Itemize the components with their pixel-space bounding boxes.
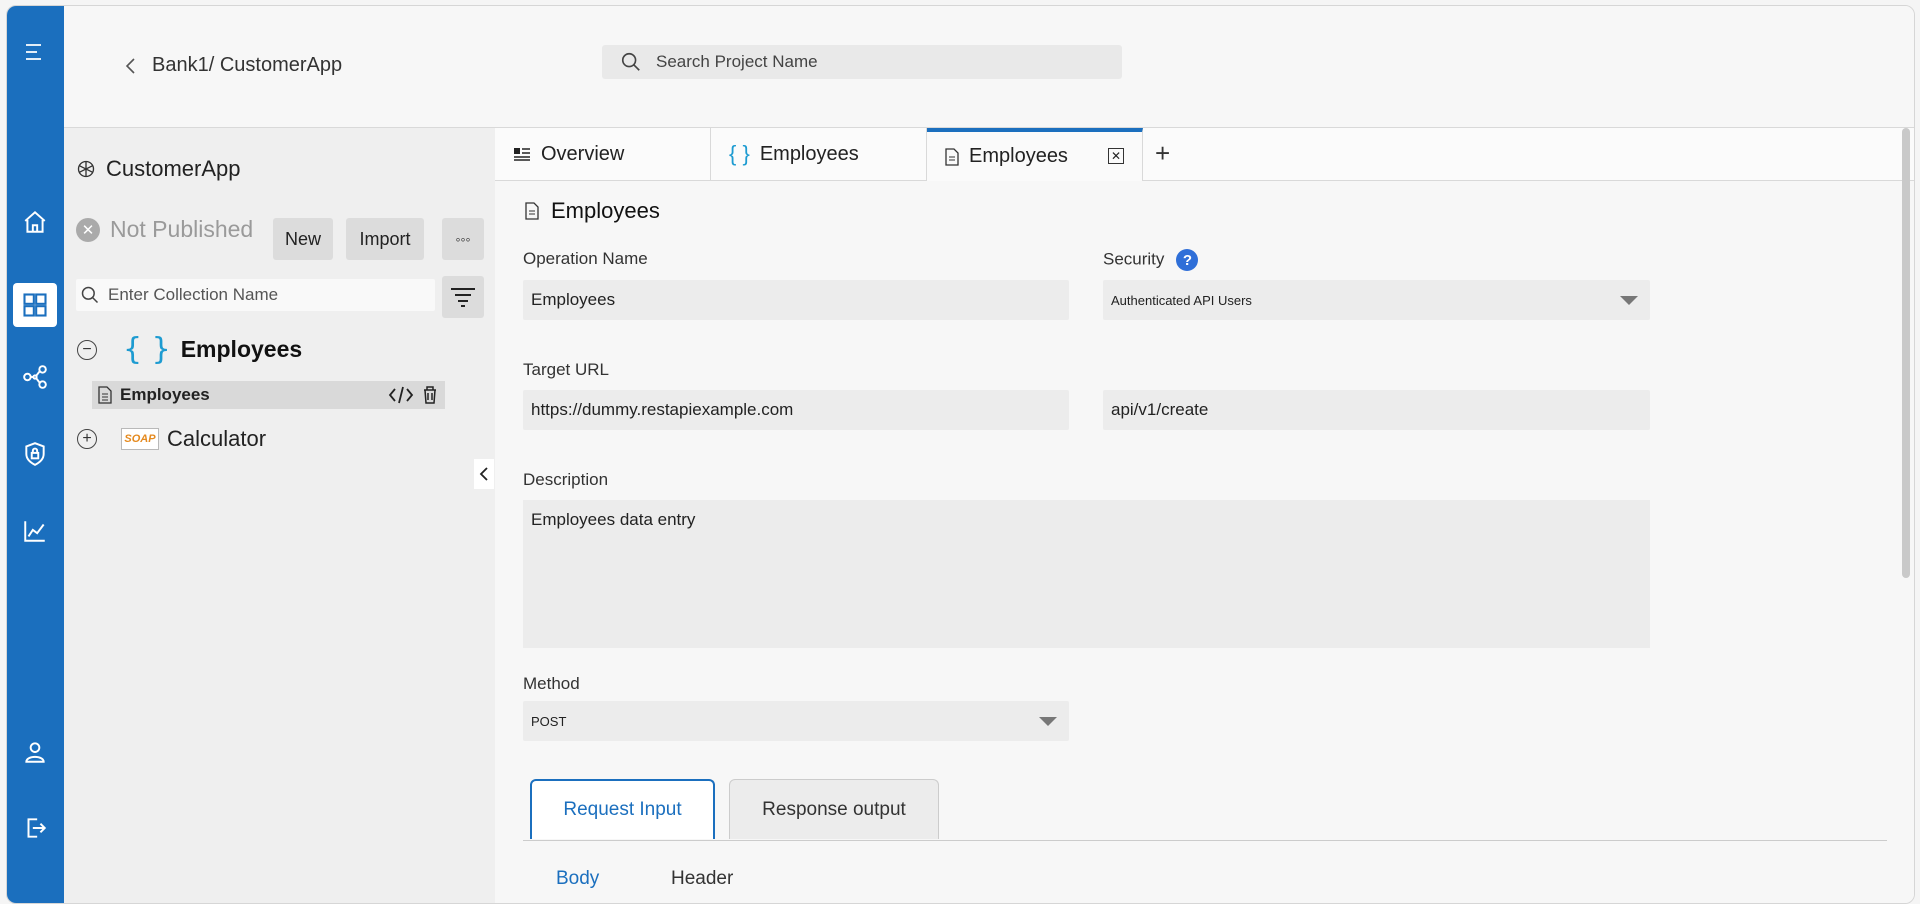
security-value[interactable]: Authenticated API Users — [1111, 293, 1252, 308]
security-select[interactable]: Authenticated API Users — [1103, 280, 1650, 320]
tab-response-output[interactable]: Response output — [729, 779, 939, 839]
target-url-label: Target URL — [523, 360, 609, 379]
logout-icon[interactable] — [13, 806, 57, 850]
operation-name-value[interactable]: Employees — [531, 290, 615, 310]
project-title: CustomerApp — [76, 156, 241, 182]
home-icon[interactable] — [13, 200, 57, 244]
tab-label[interactable]: Employees — [760, 143, 859, 166]
security-shield-icon[interactable] — [13, 432, 57, 476]
soap-badge-icon: SOAP — [121, 428, 159, 450]
tab-employees-operation[interactable]: Employees ✕ — [927, 128, 1143, 181]
search-icon — [621, 52, 640, 71]
trash-icon[interactable] — [422, 385, 438, 405]
collection-search[interactable] — [76, 279, 435, 311]
publish-status: ✕ Not Published — [76, 216, 253, 243]
tree-item-employees[interactable]: − { } Employees — [77, 332, 302, 367]
method-select[interactable]: POST — [523, 701, 1069, 741]
chevron-left-icon — [479, 467, 488, 481]
target-url-field[interactable]: https://dummy.restapiexample.com — [523, 390, 1069, 430]
collection-search-input[interactable] — [106, 284, 430, 306]
top-header: Bank1/ CustomerApp — [64, 6, 1914, 128]
tree-subitem-label[interactable]: Employees — [120, 385, 210, 405]
overview-icon — [513, 146, 531, 162]
dropdown-arrow-icon[interactable] — [1620, 296, 1638, 305]
app-window: Bank1/ CustomerApp CustomerApp ✕ Not Pub… — [6, 5, 1915, 904]
target-url-value[interactable]: https://dummy.restapiexample.com — [531, 400, 793, 420]
analytics-chart-icon[interactable] — [13, 509, 57, 553]
tree-item-label[interactable]: Calculator — [167, 426, 266, 452]
tree-item-calculator[interactable]: + SOAP Calculator — [77, 426, 266, 452]
search-icon — [81, 286, 99, 304]
project-logo-icon — [77, 160, 95, 178]
rest-braces-icon: { } — [729, 141, 750, 166]
tab-label[interactable]: Overview — [541, 143, 624, 166]
filter-button[interactable] — [442, 276, 484, 318]
dropdown-arrow-icon[interactable] — [1039, 717, 1057, 726]
expand-icon[interactable]: + — [77, 429, 97, 449]
back-chevron-icon[interactable] — [124, 56, 138, 76]
operation-name-label: Operation Name — [523, 249, 648, 268]
filter-icon — [451, 288, 475, 307]
share-network-icon[interactable] — [13, 355, 57, 399]
collections-icon[interactable] — [13, 283, 57, 327]
subtab-body[interactable]: Body — [556, 868, 599, 890]
document-icon — [525, 202, 539, 220]
help-icon[interactable]: ? — [1176, 249, 1199, 271]
project-name: CustomerApp — [106, 156, 241, 181]
subtab-header[interactable]: Header — [671, 868, 733, 890]
description-label: Description — [523, 470, 609, 489]
code-icon[interactable] — [388, 385, 414, 405]
page-title: Employees — [525, 198, 660, 224]
user-icon[interactable] — [13, 730, 57, 774]
project-search-input[interactable] — [654, 51, 1098, 73]
unpublished-x-icon: ✕ — [76, 217, 100, 242]
security-label-text: Security — [1103, 249, 1165, 269]
method-label: Method — [523, 674, 580, 693]
new-button[interactable]: New — [273, 218, 333, 260]
tab-employees-collection[interactable]: { } Employees — [711, 128, 927, 180]
status-label: Not Published — [110, 216, 254, 242]
description-value[interactable]: Employees data entry — [531, 510, 695, 529]
breadcrumb[interactable]: Bank1/ CustomerApp — [124, 54, 342, 77]
description-textarea[interactable]: Employees data entry — [523, 500, 1650, 648]
collapse-sidebar-button[interactable] — [474, 459, 494, 489]
menu-icon[interactable] — [13, 30, 57, 74]
main-panel: Overview { } Employees Employees ✕ + Emp… — [495, 128, 1914, 903]
import-button[interactable]: Import — [346, 218, 424, 260]
tree-item-label[interactable]: Employees — [181, 336, 302, 363]
tab-bar: Overview { } Employees Employees ✕ + — [495, 128, 1914, 181]
target-path-field[interactable]: api/v1/create — [1103, 390, 1650, 430]
close-tab-icon[interactable]: ✕ — [1108, 148, 1124, 164]
tree-subitem-employees[interactable]: Employees — [92, 381, 445, 409]
breadcrumb-label[interactable]: Bank1/ CustomerApp — [152, 54, 342, 77]
more-options-button[interactable]: ◦◦◦ — [442, 218, 484, 260]
scrollbar[interactable] — [1902, 128, 1910, 578]
operation-name-field[interactable]: Employees — [523, 280, 1069, 320]
security-label: Security? — [1103, 249, 1199, 271]
document-icon — [98, 386, 112, 404]
rest-braces-icon: { } — [123, 332, 171, 367]
project-search[interactable] — [602, 45, 1122, 79]
tab-request-input[interactable]: Request Input — [530, 779, 715, 839]
tab-divider — [523, 840, 1887, 841]
method-value[interactable]: POST — [531, 714, 566, 729]
tab-label[interactable]: Employees — [969, 145, 1068, 168]
add-tab-icon[interactable]: + — [1155, 138, 1170, 169]
collection-sidebar: CustomerApp ✕ Not Published New Import ◦… — [64, 128, 496, 903]
nav-rail — [7, 6, 64, 903]
page-title-label: Employees — [551, 198, 660, 223]
target-path-value[interactable]: api/v1/create — [1111, 400, 1208, 420]
document-icon — [945, 147, 959, 166]
collapse-icon[interactable]: − — [77, 339, 97, 360]
tab-overview[interactable]: Overview — [495, 128, 711, 180]
